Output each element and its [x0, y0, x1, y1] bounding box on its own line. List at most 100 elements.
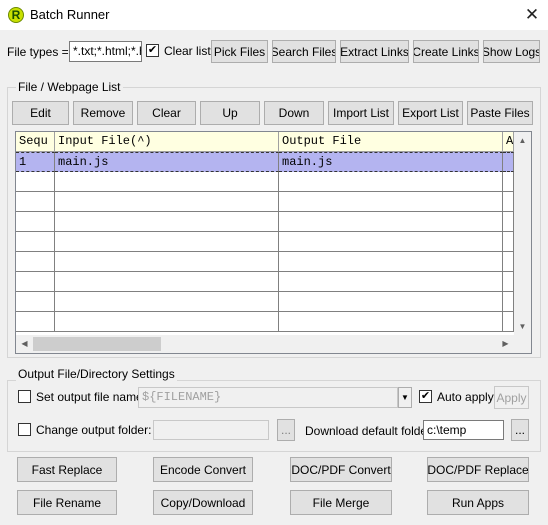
empty-cell[interactable] — [503, 212, 514, 232]
horizontal-scrollbar[interactable]: ◀ ▶ — [16, 335, 531, 353]
empty-table-row[interactable] — [16, 292, 514, 312]
empty-cell[interactable] — [279, 232, 503, 252]
empty-cell[interactable] — [16, 212, 55, 232]
doc-pdf-convert-button[interactable]: DOC/PDF Convert — [290, 457, 392, 482]
empty-table-row[interactable] — [16, 212, 514, 232]
empty-table-row[interactable] — [16, 272, 514, 292]
cell-input-file[interactable]: main.js — [55, 152, 279, 172]
vertical-scrollbar[interactable]: ▲ ▼ — [514, 132, 531, 335]
empty-cell[interactable] — [279, 272, 503, 292]
empty-cell[interactable] — [503, 272, 514, 292]
empty-cell[interactable] — [503, 252, 514, 272]
empty-cell[interactable] — [55, 312, 279, 332]
column-header-seq[interactable]: Sequ — [16, 132, 55, 152]
empty-cell[interactable] — [279, 192, 503, 212]
paste-files-button[interactable]: Paste Files — [467, 101, 533, 125]
show-logs-button[interactable]: Show Logs — [483, 40, 540, 63]
column-header-input-file[interactable]: Input File(^) — [55, 132, 279, 152]
output-folder-input[interactable] — [153, 420, 269, 440]
scroll-left-arrow-icon[interactable]: ◀ — [16, 335, 33, 352]
empty-cell[interactable] — [279, 172, 503, 192]
browse-download-folder-button[interactable]: ... — [511, 419, 529, 441]
empty-cell[interactable] — [503, 192, 514, 212]
column-header-extra[interactable]: A — [503, 132, 514, 152]
doc-pdf-replace-button[interactable]: DOC/PDF Replace — [427, 457, 529, 482]
create-links-button[interactable]: Create Links — [413, 40, 479, 63]
import-list-button[interactable]: Import List — [328, 101, 394, 125]
empty-cell[interactable] — [16, 272, 55, 292]
empty-table-row[interactable] — [16, 192, 514, 212]
empty-cell[interactable] — [55, 212, 279, 232]
down-button[interactable]: Down — [264, 101, 324, 125]
cell-extra[interactable] — [503, 152, 514, 172]
empty-cell[interactable] — [55, 172, 279, 192]
set-output-checkbox[interactable] — [18, 390, 31, 403]
change-folder-checkbox[interactable] — [18, 423, 31, 436]
clear-button[interactable]: Clear — [137, 101, 196, 125]
scroll-right-arrow-icon[interactable]: ▶ — [497, 335, 514, 352]
empty-cell[interactable] — [279, 212, 503, 232]
empty-cell[interactable] — [16, 252, 55, 272]
file-list-group-title: File / Webpage List — [16, 80, 123, 94]
browse-output-folder-button[interactable]: ... — [277, 419, 295, 441]
table-row[interactable]: 1 main.js main.js — [16, 152, 514, 172]
empty-cell[interactable] — [55, 272, 279, 292]
clear-list-checkbox[interactable]: ✔ — [146, 44, 159, 57]
window-title: Batch Runner — [30, 7, 110, 22]
encode-convert-button[interactable]: Encode Convert — [153, 457, 253, 482]
empty-cell[interactable] — [503, 172, 514, 192]
empty-cell[interactable] — [279, 252, 503, 272]
download-folder-input[interactable]: c:\temp — [423, 420, 504, 440]
empty-cell[interactable] — [503, 292, 514, 312]
export-list-button[interactable]: Export List — [398, 101, 463, 125]
change-folder-label: Change output folder: — [36, 423, 152, 437]
output-settings-group-title: Output File/Directory Settings — [16, 367, 177, 381]
cell-output-file[interactable]: main.js — [279, 152, 503, 172]
empty-table-row[interactable] — [16, 312, 514, 332]
file-types-input[interactable]: *.txt;*.html;*.ht — [69, 41, 142, 62]
fast-replace-button[interactable]: Fast Replace — [17, 457, 117, 482]
scroll-down-arrow-icon[interactable]: ▼ — [514, 318, 531, 335]
empty-cell[interactable] — [279, 312, 503, 332]
run-apps-button[interactable]: Run Apps — [427, 490, 529, 515]
empty-table-row[interactable] — [16, 252, 514, 272]
cell-seq[interactable]: 1 — [16, 152, 55, 172]
empty-cell[interactable] — [55, 232, 279, 252]
scroll-up-arrow-icon[interactable]: ▲ — [514, 132, 531, 149]
empty-table-row[interactable] — [16, 172, 514, 192]
empty-cell[interactable] — [503, 312, 514, 332]
empty-table-row[interactable] — [16, 232, 514, 252]
search-files-button[interactable]: Search Files — [272, 40, 336, 63]
empty-cell[interactable] — [55, 192, 279, 212]
auto-apply-label: Auto apply — [437, 390, 494, 404]
extract-links-button[interactable]: Extract Links — [340, 40, 409, 63]
file-rename-button[interactable]: File Rename — [17, 490, 117, 515]
remove-button[interactable]: Remove — [73, 101, 133, 125]
empty-cell[interactable] — [279, 292, 503, 312]
up-button[interactable]: Up — [200, 101, 260, 125]
auto-apply-checkbox[interactable]: ✔ — [419, 390, 432, 403]
app-icon: R — [8, 7, 24, 23]
empty-cell[interactable] — [55, 252, 279, 272]
empty-cell[interactable] — [16, 192, 55, 212]
dropdown-arrow-icon[interactable]: ▼ — [398, 387, 412, 408]
close-icon[interactable]: ✕ — [520, 3, 544, 27]
edit-button[interactable]: Edit — [12, 101, 69, 125]
download-folder-label: Download default folder: — [305, 424, 435, 438]
pick-files-button[interactable]: Pick Files — [211, 40, 268, 63]
clear-list-label: Clear list — [164, 44, 211, 58]
horizontal-scroll-thumb[interactable] — [33, 337, 161, 351]
empty-cell[interactable] — [16, 312, 55, 332]
column-header-output-file[interactable]: Output File — [279, 132, 503, 152]
apply-button[interactable]: Apply — [494, 386, 529, 409]
empty-cell[interactable] — [55, 292, 279, 312]
copy-download-button[interactable]: Copy/Download — [153, 490, 253, 515]
empty-cell[interactable] — [16, 292, 55, 312]
output-file-name-input[interactable]: ${FILENAME} — [138, 387, 398, 408]
empty-cell[interactable] — [503, 232, 514, 252]
file-types-label: File types => — [7, 45, 76, 59]
file-list-grid[interactable]: Sequ Input File(^) Output File A 1 main.… — [15, 131, 532, 354]
empty-cell[interactable] — [16, 232, 55, 252]
file-merge-button[interactable]: File Merge — [290, 490, 392, 515]
empty-cell[interactable] — [16, 172, 55, 192]
